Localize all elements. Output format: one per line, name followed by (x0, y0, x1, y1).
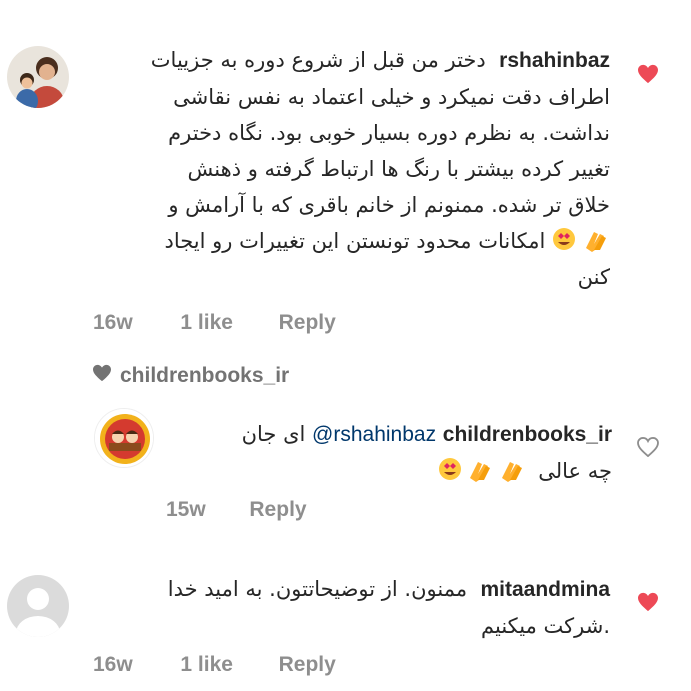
comment-time: 16w (93, 311, 133, 334)
reply-button[interactable]: Reply (279, 311, 336, 335)
reply-button[interactable]: Reply (279, 653, 336, 677)
comment-text: rshahinbaz دختر من قبل از شروع دوره به ج… (150, 48, 610, 289)
comment-text: mitaandmina ممنون. از توضیحاتتون. به امی… (167, 577, 610, 638)
avatar[interactable] (7, 46, 69, 108)
reply-meta: 15w Reply (166, 498, 307, 522)
reply-button[interactable]: Reply (249, 498, 306, 522)
heart-eyes-emoji (552, 226, 610, 252)
avatar-placeholder[interactable] (7, 575, 69, 637)
replies-username[interactable]: childrenbooks_ir (120, 364, 289, 388)
comment-username[interactable]: rshahinbaz (499, 49, 610, 72)
emoji-group (438, 456, 532, 482)
comment-username[interactable]: mitaandmina (480, 578, 610, 601)
reply-username[interactable]: childrenbooks_ir (443, 423, 612, 446)
mention-link[interactable]: @rshahinbaz (312, 423, 436, 446)
replies-toggle[interactable]: childrenbooks_ir (92, 364, 289, 388)
like-count[interactable]: 1 like (180, 311, 233, 335)
comment-meta: 16w 1 like Reply (93, 311, 336, 335)
like-heart-icon[interactable] (637, 64, 659, 88)
reply-text: childrenbooks_ir @rshahinbaz ای جان چه ع… (241, 422, 612, 483)
like-count[interactable]: 1 like (180, 653, 233, 677)
reply-time: 15w (166, 498, 206, 521)
like-heart-outline-icon[interactable] (637, 436, 659, 461)
comment-time: 16w (93, 653, 133, 676)
avatar[interactable] (94, 408, 154, 468)
comment-meta: 16w 1 like Reply (93, 653, 336, 677)
heart-icon (92, 364, 112, 388)
like-heart-icon[interactable] (637, 592, 659, 616)
